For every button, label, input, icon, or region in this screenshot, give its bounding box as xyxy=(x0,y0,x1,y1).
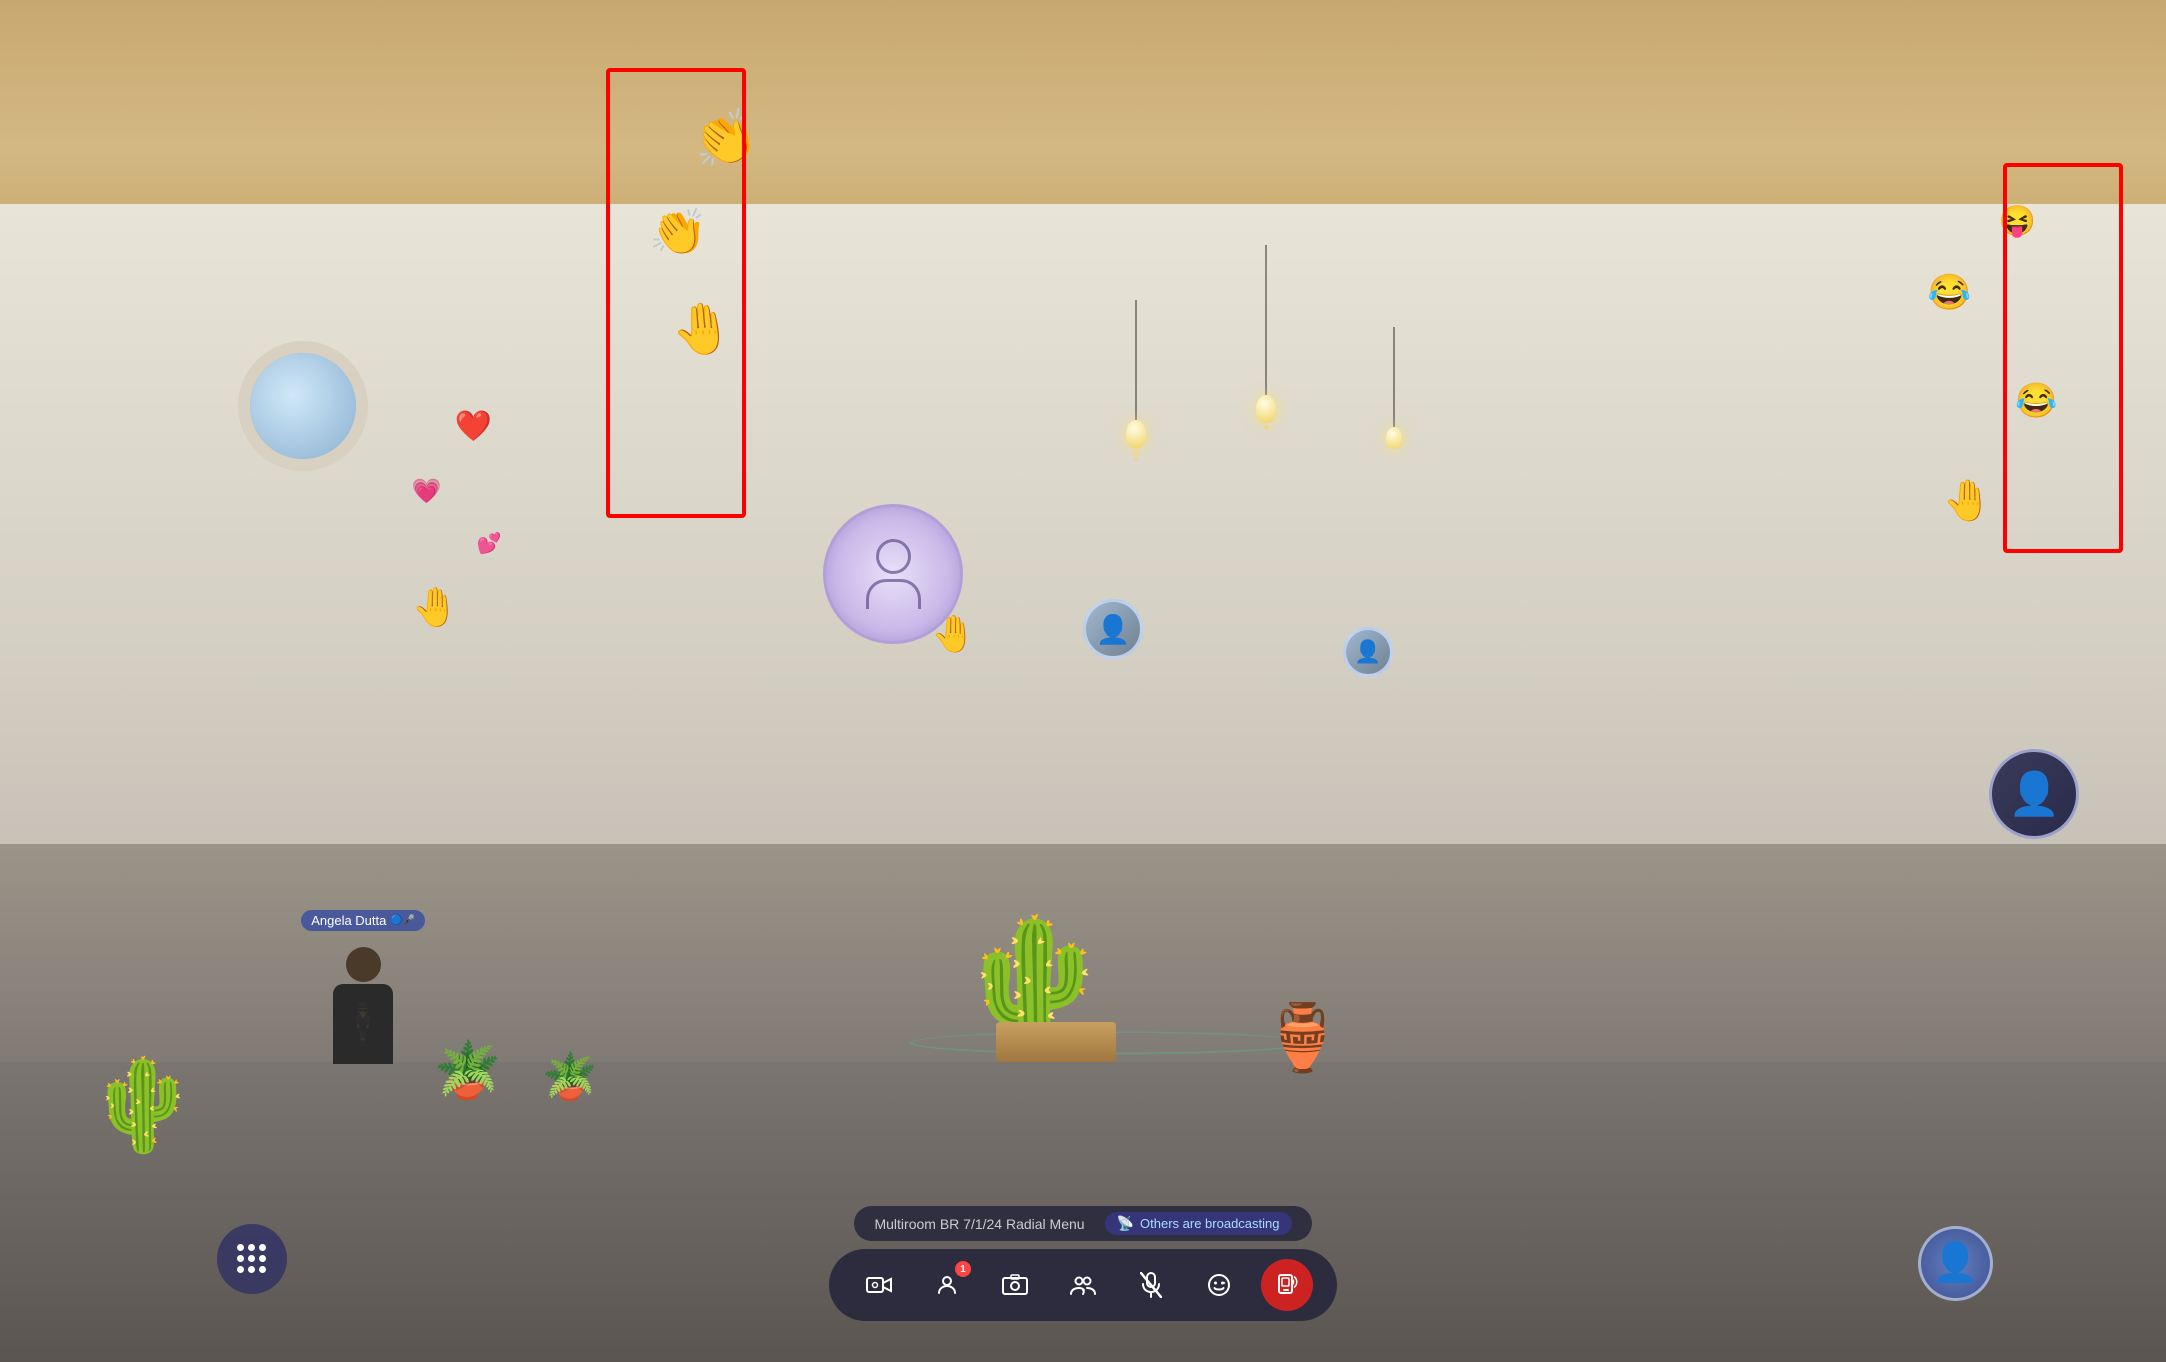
interior-wall xyxy=(0,204,2166,953)
menu-button[interactable] xyxy=(217,1224,287,1294)
emoji-icon xyxy=(1207,1273,1231,1297)
bottom-toolbar: Multiroom BR 7/1/24 Radial Menu 📡 Others… xyxy=(829,1206,1337,1321)
small-avatar-2: 👤 xyxy=(1343,627,1393,677)
mic-icon xyxy=(1140,1272,1162,1298)
person-icon xyxy=(935,1273,959,1297)
user-avatar-icon: 👤 xyxy=(1932,1241,1979,1285)
round-cactus: 🪴 xyxy=(542,1050,598,1103)
hanging-light-2 xyxy=(1256,245,1276,430)
angela-avatar: Angela Dutta 🔵🎤 🕴 xyxy=(303,910,423,1090)
barrel-cactus: 🪴 xyxy=(433,1038,501,1103)
mic-mute-button[interactable] xyxy=(1125,1259,1177,1311)
circle-window xyxy=(238,341,368,471)
broadcast-icon: 📡 xyxy=(1117,1215,1134,1232)
group-button[interactable] xyxy=(1057,1259,1109,1311)
broadcast-icon xyxy=(1275,1273,1299,1297)
camera-icon xyxy=(866,1274,892,1296)
angela-name-badge: Angela Dutta 🔵🎤 xyxy=(301,910,425,931)
broadcast-button[interactable] xyxy=(1261,1259,1313,1311)
vase-decoration: 🏺 xyxy=(1262,1000,1343,1076)
emoji-button[interactable] xyxy=(1193,1259,1245,1311)
hanging-light-3 xyxy=(1386,327,1402,449)
hanging-light-1 xyxy=(1126,300,1146,461)
photo-button[interactable] xyxy=(989,1259,1041,1311)
photo-icon xyxy=(1002,1274,1028,1296)
person-button[interactable]: 1 xyxy=(921,1259,973,1311)
broadcaster-avatar-right: 👤 xyxy=(1989,749,2079,839)
camera-button[interactable] xyxy=(853,1259,905,1311)
center-avatar-placeholder xyxy=(823,504,963,644)
grid-dots-icon xyxy=(237,1244,266,1273)
status-bar: Multiroom BR 7/1/24 Radial Menu 📡 Others… xyxy=(854,1206,1311,1241)
scene-background: Angela Dutta 🔵🎤 🕴 ❤️ 💗 💕 🤚 👏 👏 🤚 🤚 👤 xyxy=(0,0,2166,1362)
angela-name: Angela Dutta xyxy=(311,913,386,928)
user-avatar-button[interactable]: 👤 xyxy=(1918,1226,1993,1301)
group-icon xyxy=(1069,1274,1097,1296)
toolbar-container: 1 xyxy=(829,1249,1337,1321)
room-name-label: Multiroom BR 7/1/24 Radial Menu xyxy=(874,1216,1084,1232)
planter-box xyxy=(996,1022,1116,1062)
cactus-left: 🌵 xyxy=(87,1053,199,1158)
broadcasting-status[interactable]: 📡 Others are broadcasting xyxy=(1105,1212,1292,1235)
small-person-avatar: 👤 xyxy=(1083,599,1143,659)
person-badge: 1 xyxy=(955,1261,971,1277)
broadcast-text: Others are broadcasting xyxy=(1140,1216,1279,1231)
